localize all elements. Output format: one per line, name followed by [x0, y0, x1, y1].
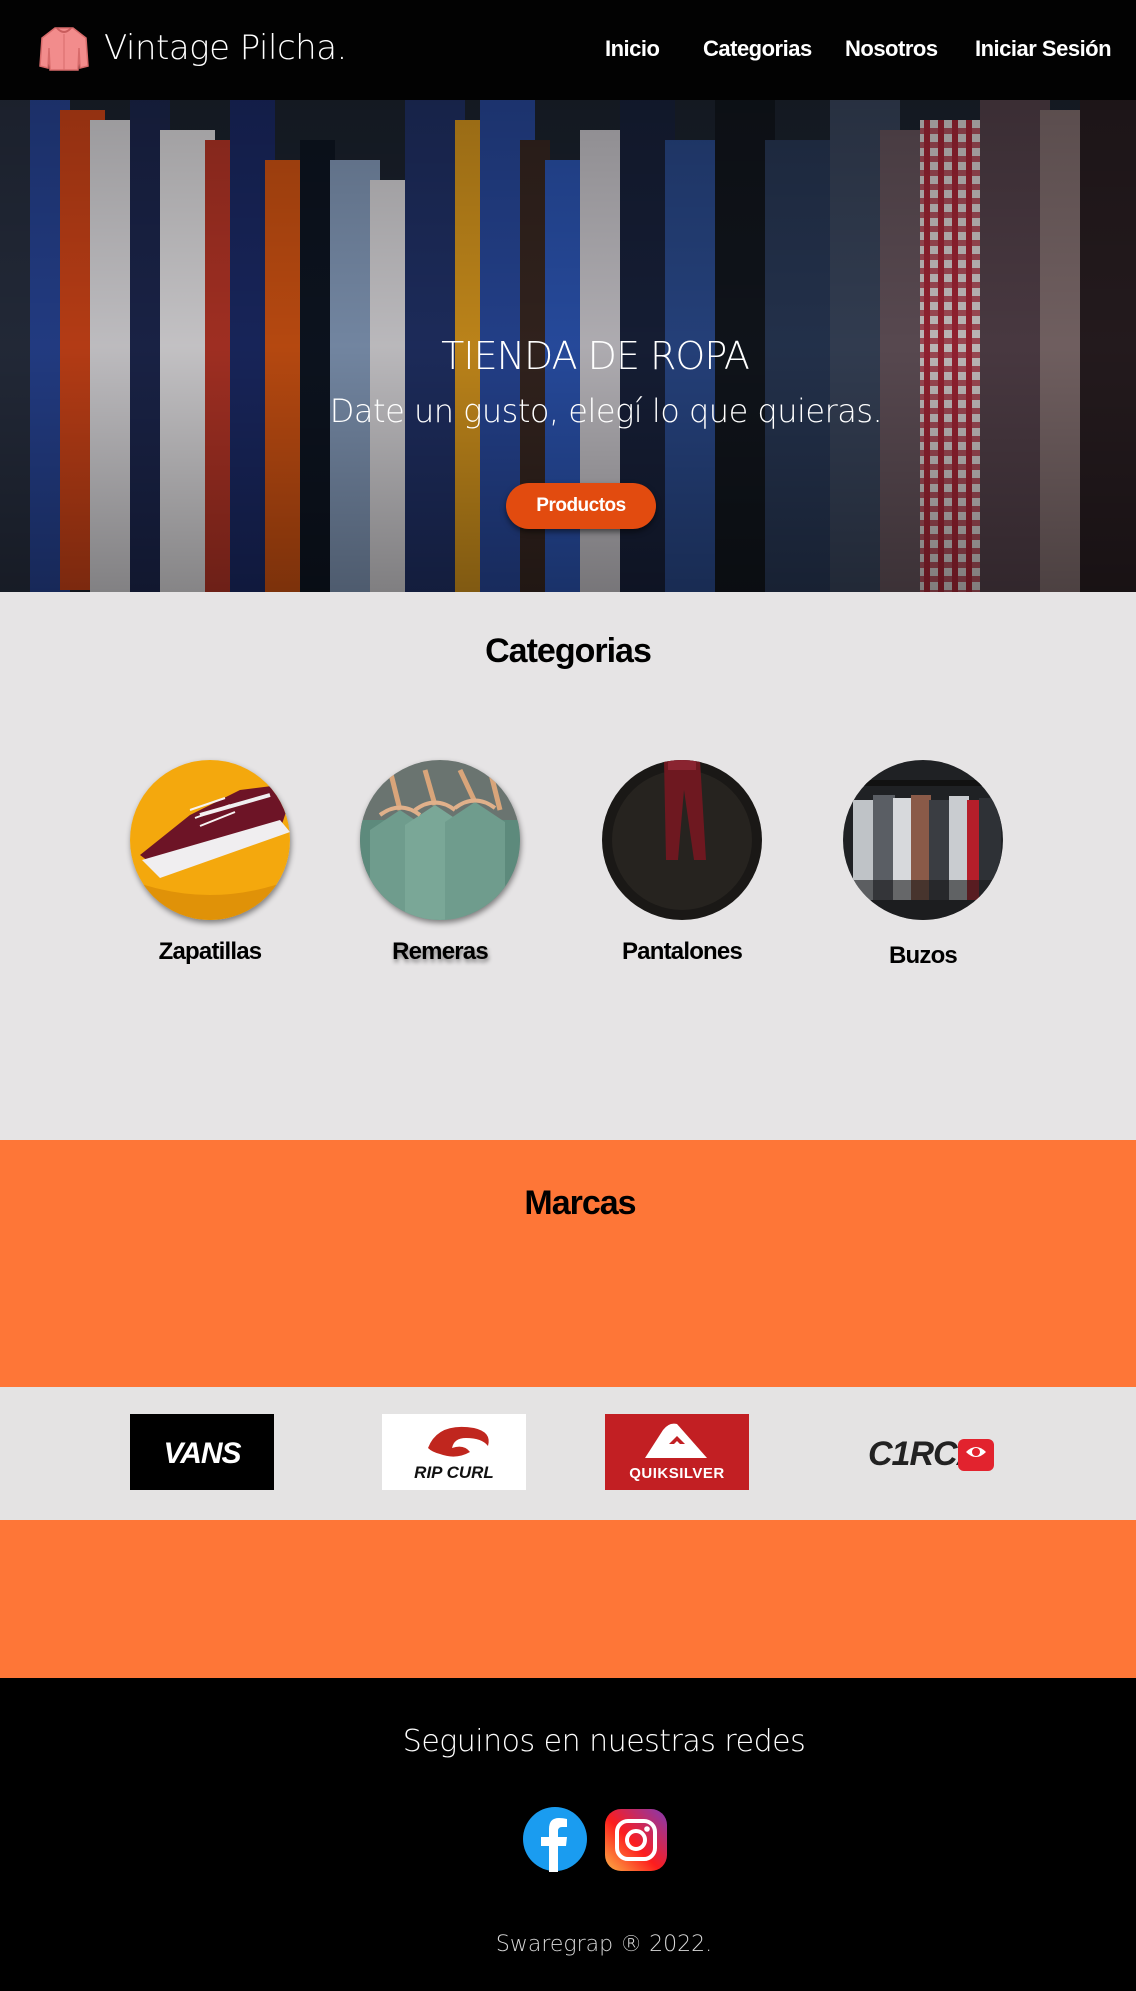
sweater-icon[interactable]: [38, 24, 90, 74]
categories-title: Categorias: [485, 632, 652, 670]
quiksilver-logo-text: QUIKSILVER: [629, 1465, 725, 1482]
navbar: Vintage Pilcha. Inicio Categorias Nosotr…: [0, 0, 1136, 100]
nav-link-categorias[interactable]: Categorias: [703, 36, 812, 62]
category-buzos[interactable]: Buzos: [813, 760, 1033, 970]
hero-subtitle: Date un gusto, elegí lo que quieras.: [329, 392, 883, 430]
categories-section: Categorias Zapatillas Remeras Pantalones…: [0, 592, 1136, 1140]
tshirts-photo[interactable]: [360, 760, 520, 920]
category-label-remeras[interactable]: Remeras: [330, 938, 550, 966]
hero-banner: TIENDA DE ROPA Date un gusto, elegí lo q…: [0, 100, 1136, 592]
brands-footer-band: [0, 1520, 1136, 1678]
pants-photo[interactable]: [602, 760, 762, 920]
vans-logo[interactable]: VANS: [130, 1414, 274, 1490]
category-label-buzos[interactable]: Buzos: [813, 942, 1033, 970]
copyright-text: Swaregrap ® 2022.: [495, 1932, 713, 1957]
brands-strip: VANS RIP CURL QUIKSILVER C1RCA: [0, 1387, 1136, 1520]
instagram-icon[interactable]: [603, 1807, 669, 1873]
quiksilver-logo[interactable]: QUIKSILVER: [605, 1414, 749, 1490]
brands-title: Marcas: [524, 1184, 636, 1222]
category-remeras[interactable]: Remeras: [330, 760, 550, 966]
ripcurl-logo-text: RIP CURL: [414, 1463, 494, 1482]
facebook-icon[interactable]: [522, 1806, 588, 1872]
products-button[interactable]: Productos: [506, 483, 656, 529]
nav-link-iniciar-sesion[interactable]: Iniciar Sesión: [975, 36, 1112, 62]
category-pantalones[interactable]: Pantalones: [572, 760, 792, 966]
follow-text: Seguinos en nuestras redes: [402, 1724, 806, 1759]
vans-logo-text: VANS: [163, 1437, 241, 1470]
hero-title: TIENDA DE ROPA: [441, 334, 750, 378]
ripcurl-logo[interactable]: RIP CURL: [382, 1414, 526, 1490]
brands-section: Marcas: [0, 1140, 1136, 1387]
category-label-zapatillas[interactable]: Zapatillas: [100, 938, 320, 966]
footer: Seguinos en nuestras redes Swaregrap ® 2…: [0, 1678, 1136, 1991]
category-zapatillas[interactable]: Zapatillas: [100, 760, 320, 966]
category-label-pantalones[interactable]: Pantalones: [572, 938, 792, 966]
hoodies-photo[interactable]: [843, 760, 1003, 920]
nav-link-nosotros[interactable]: Nosotros: [845, 36, 938, 62]
brand-name[interactable]: Vintage Pilcha.: [104, 28, 347, 68]
circa-logo[interactable]: C1RCA: [858, 1414, 1008, 1490]
nav-link-inicio[interactable]: Inicio: [605, 36, 660, 62]
sneaker-photo[interactable]: [130, 760, 290, 920]
